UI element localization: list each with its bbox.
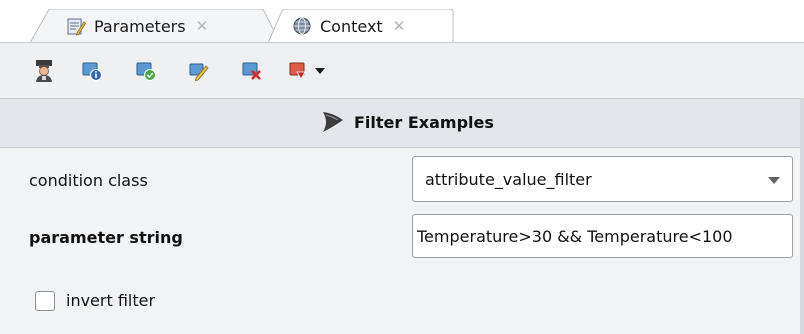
- parameter-string-input[interactable]: [412, 214, 793, 258]
- remove-icon: [242, 62, 261, 80]
- tab-context-label: Context: [320, 16, 383, 36]
- toolbar: [0, 43, 804, 98]
- edit-icon: [189, 63, 209, 82]
- invert-filter-label: invert filter: [66, 291, 156, 310]
- invert-filter-checkbox[interactable]: [35, 291, 55, 311]
- expert-mode-icon: [36, 60, 52, 82]
- edit-button[interactable]: [187, 59, 211, 83]
- condition-class-select[interactable]: attribute_value_filter: [412, 156, 793, 202]
- tab-context[interactable]: Context ✕: [268, 9, 454, 43]
- parameter-string-label: parameter string: [29, 228, 183, 247]
- tab-strip: Parameters ✕ Context ✕: [0, 0, 804, 43]
- validate-icon: [136, 62, 156, 81]
- info-button[interactable]: [80, 59, 104, 83]
- condition-class-value: attribute_value_filter: [425, 170, 592, 189]
- breakpoint-menu-icon: [289, 62, 306, 80]
- operator-header: Filter Examples: [0, 98, 804, 148]
- close-icon[interactable]: ✕: [393, 18, 406, 34]
- close-icon[interactable]: ✕: [196, 18, 209, 34]
- breakpoint-menu-button[interactable]: [288, 59, 334, 83]
- remove-button[interactable]: [240, 59, 264, 83]
- tab-parameters-label: Parameters: [94, 16, 186, 36]
- expert-mode-button[interactable]: [32, 59, 56, 83]
- panel-edge: [800, 98, 804, 334]
- tab-parameters[interactable]: Parameters ✕: [30, 9, 280, 43]
- parameters-icon: [66, 16, 86, 36]
- globe-icon: [292, 16, 312, 36]
- filter-icon: [320, 109, 346, 139]
- operator-title: Filter Examples: [354, 113, 494, 132]
- validate-button[interactable]: [134, 59, 158, 83]
- info-icon: [82, 62, 102, 81]
- chevron-down-icon: [315, 68, 325, 74]
- chevron-down-icon[interactable]: [768, 177, 780, 184]
- condition-class-label: condition class: [29, 171, 148, 190]
